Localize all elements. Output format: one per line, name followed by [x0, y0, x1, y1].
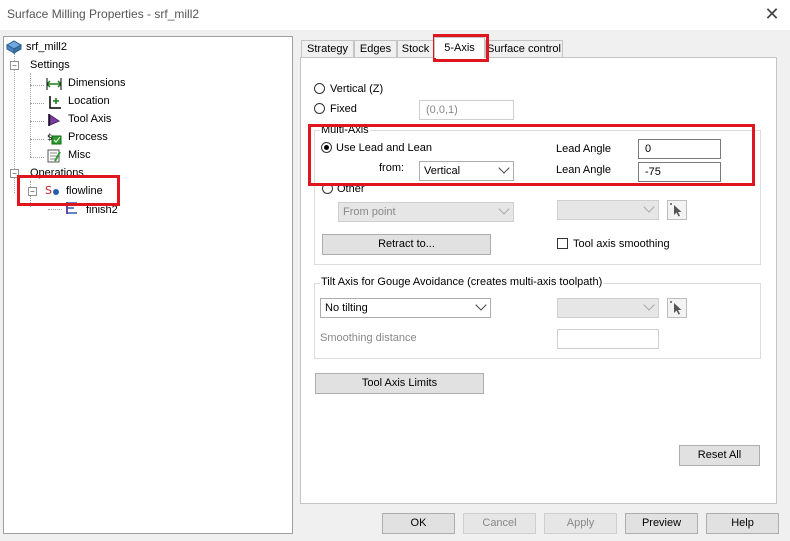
collapse-icon[interactable]: − — [10, 61, 19, 70]
other-method-value: From point — [343, 206, 396, 218]
pick-pointer-icon[interactable] — [667, 200, 687, 220]
chevron-down-icon — [643, 201, 655, 213]
title-bar: Surface Milling Properties - srf_mill2 ✕ — [0, 0, 790, 30]
tilt-select[interactable]: No tilting — [320, 298, 491, 318]
process-icon: $ — [47, 133, 62, 145]
fixed-vector-input[interactable]: (0,0,1) — [419, 100, 514, 120]
tilt-entity-select[interactable] — [557, 298, 659, 318]
tree-connector — [30, 121, 44, 122]
highlight-box-lead-lean — [308, 124, 755, 186]
tree-item-dimensions[interactable]: Dimensions — [68, 77, 125, 89]
highlight-box-flowline — [17, 175, 120, 206]
tree-item-tool-axis[interactable]: Tool Axis — [68, 113, 111, 125]
fixed-radio[interactable] — [314, 103, 325, 114]
tab-stock[interactable]: Stock — [397, 40, 434, 57]
reset-all-button[interactable]: Reset All — [679, 445, 760, 466]
smoothing-distance-input[interactable] — [557, 329, 659, 349]
tree-item-misc[interactable]: Misc — [68, 149, 91, 161]
chevron-down-icon — [475, 299, 487, 311]
tree-connector — [30, 103, 44, 104]
tilt-axis-group — [314, 283, 761, 359]
tree-item-process[interactable]: Process — [68, 131, 108, 143]
fixed-label: Fixed — [330, 103, 357, 115]
tree-connector — [48, 209, 62, 210]
preview-button[interactable]: Preview — [625, 513, 698, 534]
close-icon[interactable]: ✕ — [762, 4, 782, 24]
misc-icon — [47, 149, 61, 163]
help-button[interactable]: Help — [706, 513, 779, 534]
ok-button[interactable]: OK — [382, 513, 455, 534]
tool-axis-icon — [48, 114, 61, 126]
tool-axis-limits-button[interactable]: Tool Axis Limits — [315, 373, 484, 394]
other-entity-select[interactable] — [557, 200, 659, 220]
window-title: Surface Milling Properties - srf_mill2 — [7, 7, 200, 21]
chevron-down-icon — [498, 203, 510, 215]
tree-connector — [30, 85, 44, 86]
tab-5-axis[interactable]: 5-Axis — [434, 37, 485, 58]
tab-strategy[interactable]: Strategy — [301, 40, 354, 57]
part-icon — [6, 40, 22, 54]
retract-to-button[interactable]: Retract to... — [322, 234, 491, 255]
apply-button[interactable]: Apply — [544, 513, 617, 534]
pick-pointer-icon[interactable] — [667, 298, 687, 318]
tree-item-location[interactable]: Location — [68, 95, 110, 107]
location-icon — [49, 96, 61, 109]
cancel-button[interactable]: Cancel — [463, 513, 536, 534]
tab-edges[interactable]: Edges — [354, 40, 397, 57]
tool-axis-smoothing-label: Tool axis smoothing — [573, 238, 670, 250]
vertical-radio[interactable] — [314, 83, 325, 94]
tree-connector — [30, 157, 44, 158]
vertical-label: Vertical (Z) — [330, 83, 384, 95]
tab-surface-control[interactable]: Surface control — [485, 40, 563, 57]
tilt-axis-group-label: Tilt Axis for Gouge Avoidance (creates m… — [320, 276, 604, 288]
tree-settings-label[interactable]: Settings — [30, 59, 70, 71]
tree-root-label[interactable]: srf_mill2 — [26, 41, 67, 53]
chevron-down-icon — [643, 299, 655, 311]
smoothing-distance-label: Smoothing distance — [320, 332, 417, 344]
other-method-select[interactable]: From point — [338, 202, 514, 222]
tool-axis-smoothing-checkbox[interactable] — [557, 238, 568, 249]
dimensions-icon — [46, 78, 62, 90]
settings-tree[interactable]: srf_mill2 − Settings Dimensions Location… — [3, 36, 293, 534]
tilt-select-value: No tilting — [325, 302, 368, 314]
tree-connector — [30, 139, 44, 140]
